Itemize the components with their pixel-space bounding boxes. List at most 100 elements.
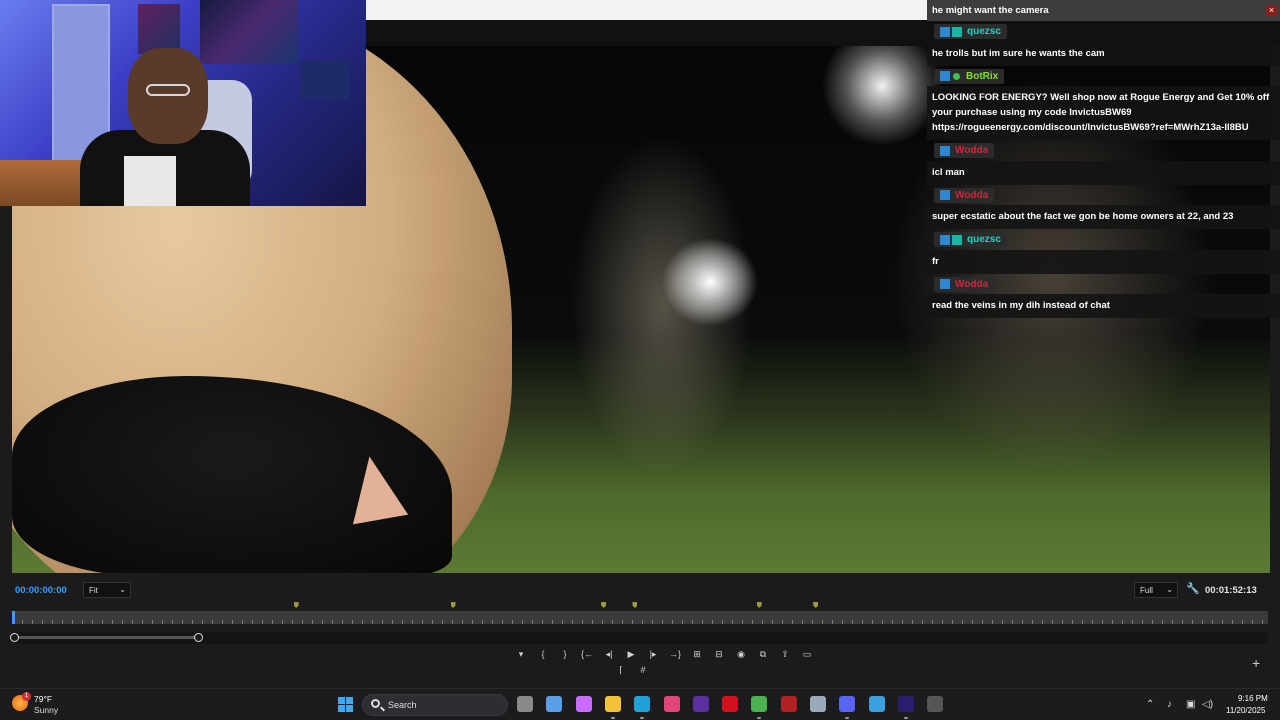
lift-icon[interactable]: ⊞ — [686, 647, 708, 661]
chat-username[interactable]: quezsc — [967, 26, 1001, 37]
weather-condition[interactable]: Sunny — [34, 705, 58, 715]
weather-badge: 1 — [22, 692, 31, 701]
voicemeeter-icon[interactable] — [780, 696, 797, 712]
file-explorer-icon[interactable] — [604, 696, 621, 712]
comparison-view-icon[interactable]: ⌈ — [610, 663, 632, 677]
webcam-overlay — [0, 0, 366, 206]
export-frame-icon[interactable]: ◉ — [730, 647, 752, 661]
playhead[interactable] — [12, 611, 15, 624]
playback-resolution-select[interactable]: Full ⌄ — [1134, 582, 1178, 598]
moderator-badge-icon — [940, 71, 950, 81]
instagram-icon[interactable] — [663, 696, 680, 712]
task-view-icon[interactable] — [517, 696, 533, 712]
premiere-pro-icon[interactable] — [897, 696, 914, 712]
webcam-shelf — [300, 60, 350, 100]
step-back-icon[interactable]: ◂| — [598, 647, 620, 661]
chat-username[interactable]: BotRix — [966, 71, 998, 82]
running-indicator — [640, 717, 645, 719]
chrome-icon[interactable] — [751, 696, 768, 712]
chat-top-text: he might want the camera — [932, 5, 1049, 16]
time-ruler[interactable] — [12, 611, 1268, 624]
moderator-badge-icon — [940, 190, 950, 200]
windows-start-icon[interactable] — [338, 697, 353, 712]
chat-username-tag: quezsc — [934, 24, 1007, 39]
show-hidden-icons-icon[interactable]: ⌃ — [1146, 699, 1154, 710]
chat-message-text: read the veins in my dih instead of chat — [927, 294, 1280, 318]
chat-top-message: he might want the camera × — [927, 0, 1280, 21]
play-icon[interactable]: ▶ — [620, 647, 642, 661]
chat-username[interactable]: quezsc — [967, 234, 1001, 245]
safe-margins-icon[interactable]: ▭ — [796, 647, 818, 661]
current-timecode[interactable]: 00:00:00:00 — [15, 585, 67, 596]
search-icon — [371, 699, 380, 708]
discord-icon[interactable] — [839, 696, 856, 712]
webcam-person-head — [128, 48, 208, 144]
insert-icon[interactable]: ⧉ — [752, 647, 774, 661]
go-to-in-icon[interactable]: {← — [576, 647, 598, 661]
go-to-out-icon[interactable]: →} — [664, 647, 686, 661]
step-forward-icon[interactable]: |▸ — [642, 647, 664, 661]
clip-marker[interactable] — [756, 602, 762, 608]
microphone-icon[interactable]: ♪ — [1167, 699, 1172, 710]
zoom-handle-left[interactable] — [10, 633, 19, 642]
photos-icon[interactable] — [868, 696, 885, 712]
chat-username-tag: BotRix — [934, 68, 1005, 84]
zoom-handle-right[interactable] — [194, 633, 203, 642]
zoom-level-select[interactable]: Fit ⌄ — [83, 582, 131, 598]
clip-marker[interactable] — [601, 602, 607, 608]
football-triangle — [341, 451, 409, 525]
button-editor-plus-icon[interactable]: + — [1252, 655, 1260, 671]
chevron-down-icon: ⌄ — [119, 585, 126, 594]
edge-icon[interactable] — [634, 696, 651, 712]
chat-message-list: quezsc he trolls but im sure he wants the… — [927, 21, 1280, 318]
extract-icon[interactable]: ⊟ — [708, 647, 730, 661]
microsoft-store-icon[interactable] — [546, 696, 563, 712]
mark-out-icon[interactable]: } — [554, 647, 576, 661]
overwrite-icon[interactable]: ⇪ — [774, 647, 796, 661]
copilot-icon[interactable] — [575, 696, 592, 712]
chat-username[interactable]: Wodda — [955, 145, 988, 156]
chat-message-text: LOOKING FOR ENERGY? Well shop now at Rog… — [927, 86, 1280, 140]
clip-marker[interactable] — [813, 602, 819, 608]
chat-message-text: super ecstatic about the fact we gon be … — [927, 205, 1280, 229]
running-indicator — [903, 717, 908, 719]
chat-username-tag: Wodda — [934, 143, 995, 158]
chat-message-text: fr — [927, 249, 1280, 274]
moderator-badge-icon — [940, 234, 950, 245]
secondary-controls: ⌈ # — [610, 663, 654, 677]
obs-icon[interactable] — [927, 696, 944, 712]
clip-marker[interactable] — [632, 602, 638, 608]
mark-in-icon[interactable]: { — [532, 647, 554, 661]
clip-marker[interactable] — [450, 602, 456, 608]
running-indicator — [610, 717, 615, 719]
moderator-badge-icon — [940, 26, 950, 37]
nzxt-icon[interactable] — [692, 696, 709, 712]
search-label: Search — [388, 700, 417, 710]
windows-taskbar: 1 79°F Sunny Search ⌃ ♪ ▣ ◁) 9:16 PM 11/… — [0, 688, 1280, 720]
clock-date[interactable]: 11/20/2025 — [1226, 706, 1265, 715]
playback-resolution-value: Full — [1140, 586, 1153, 595]
taskbar-search[interactable]: Search — [362, 694, 508, 716]
volume-icon[interactable]: ◁) — [1202, 699, 1213, 710]
chat-username[interactable]: Wodda — [955, 279, 988, 290]
add-marker-icon[interactable]: ▾ — [510, 647, 532, 661]
wrench-icon[interactable]: 🔧 — [1186, 582, 1200, 595]
chat-username-tag: Wodda — [934, 276, 995, 292]
grid-icon[interactable]: # — [632, 663, 654, 677]
clip-marker[interactable] — [293, 602, 299, 608]
chat-message: Wodda super ecstatic about the fact we go… — [927, 185, 1280, 229]
subscriber-badge-icon — [952, 26, 962, 37]
subscriber-badge-icon — [952, 234, 962, 245]
close-icon[interactable]: × — [1266, 5, 1277, 16]
webcam-shirt-graphic — [124, 156, 176, 206]
clock-time[interactable]: 9:16 PM — [1238, 694, 1268, 703]
chevron-down-icon: ⌄ — [1166, 585, 1173, 594]
moderator-badge-icon — [940, 279, 950, 289]
weather-temperature[interactable]: 79°F — [34, 694, 52, 704]
settings-icon[interactable] — [810, 696, 826, 712]
chat-username[interactable]: Wodda — [955, 190, 988, 201]
transport-controls: ▾{} {← ◂| ▶ |▸ →} ⊞ ⊟ ◉ ⧉ ⇪ ▭ — [510, 647, 818, 661]
chat-message: Wodda read the veins in my dih instead of… — [927, 274, 1280, 318]
display-icon[interactable]: ▣ — [1186, 699, 1195, 710]
opera-icon[interactable] — [722, 696, 739, 712]
